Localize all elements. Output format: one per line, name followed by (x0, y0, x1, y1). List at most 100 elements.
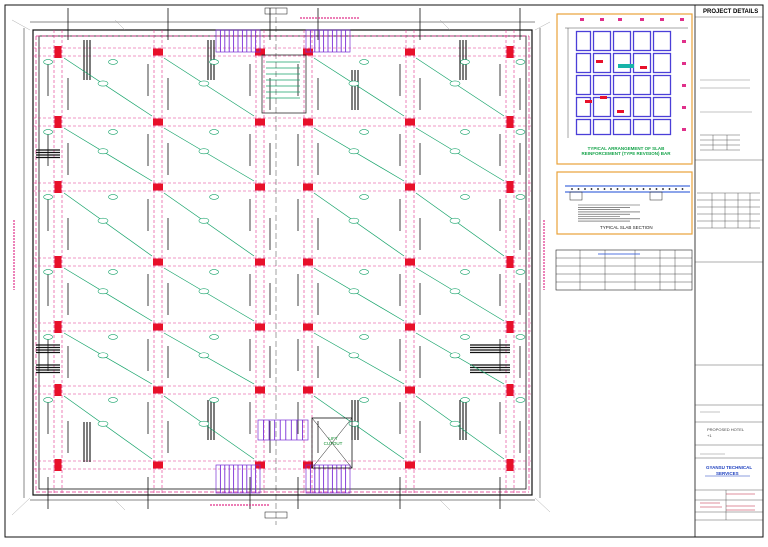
section-rebar-dot (623, 188, 625, 190)
bar-mark-tag (43, 334, 53, 340)
column (506, 181, 514, 193)
bar-mark-tag (515, 334, 526, 340)
column (506, 256, 514, 268)
column (153, 258, 163, 266)
key-plan-marker (640, 66, 647, 69)
key-plan-grid-tag (618, 18, 622, 21)
stair-well (261, 54, 307, 114)
column (405, 48, 415, 56)
bar-mark-tag (515, 397, 526, 403)
key-plan-grid-tag (600, 18, 604, 21)
company-name-line1: GYANSU TECHNICAL (706, 465, 753, 470)
section-rebar-dot (649, 188, 651, 190)
section-rebar-dot (616, 188, 619, 190)
bar-mark-tag (460, 269, 470, 275)
leader-line (534, 497, 551, 513)
section-rebar-dot (662, 188, 664, 190)
bar-mark-tag (209, 397, 219, 403)
column (54, 321, 62, 333)
key-plan-caption: TYPICAL ARRANGEMENT OF SLAB REINFORCEMEN… (566, 146, 686, 157)
distribution-bar-line (163, 395, 255, 460)
column (153, 323, 163, 331)
bar-mark-tag (108, 269, 118, 275)
section-rebar-dot (571, 188, 573, 190)
column (506, 384, 514, 396)
column (506, 116, 514, 128)
leader-line (11, 497, 31, 516)
bar-mark-tag (97, 80, 109, 87)
bar-mark-tag (43, 59, 53, 65)
column (255, 258, 265, 266)
drawing-sheet: PROJECT DETAILS PROPOSED HOTEL +1 GYANSU… (0, 0, 768, 542)
key-plan-marker (596, 60, 603, 63)
schedule-table (555, 249, 693, 291)
distribution-bar-line (63, 395, 153, 460)
bar-mark-tag (97, 148, 109, 155)
distribution-bar-line (63, 57, 153, 117)
distribution-bar-line (415, 267, 505, 322)
bar-mark-tag (449, 288, 461, 295)
column (405, 183, 415, 191)
column (506, 46, 514, 58)
floor-plan (11, 7, 551, 525)
bar-mark-tag (97, 420, 109, 427)
distribution-bar-line (163, 332, 255, 385)
distribution-bar-line (313, 57, 405, 117)
column (153, 183, 163, 191)
bar-mark-tag (460, 334, 470, 340)
bar-mark-tag (43, 129, 53, 135)
bar-mark-tag (209, 129, 219, 135)
bar-mark-tag (97, 217, 109, 224)
bar-mark-tag (449, 352, 461, 359)
bar-mark-tag (449, 148, 461, 155)
bar-mark-tag (359, 269, 369, 275)
column (303, 386, 313, 394)
bar-mark-tag (359, 397, 369, 403)
column (255, 386, 265, 394)
key-plan-grid-tag (682, 128, 686, 131)
key-plan-frame (556, 13, 693, 165)
column (153, 48, 163, 56)
section-rebar-dot (584, 188, 586, 190)
key-plan-marker (617, 110, 624, 113)
company-name-line2: SERVICES (716, 471, 739, 476)
bar-mark-tag (108, 194, 118, 200)
distribution-bar-line (63, 192, 153, 257)
bar-mark-tag (348, 148, 360, 155)
bar-mark-tag (348, 288, 360, 295)
column (405, 118, 415, 126)
bar-mark-tag (43, 397, 53, 403)
bar-mark-tag (108, 129, 118, 135)
bar-mark-tag (460, 129, 470, 135)
column (405, 258, 415, 266)
section-rebar-dot (642, 188, 645, 190)
project-details-label: PROJECT DETAILS (703, 9, 759, 15)
section-detail-caption: TYPICAL SLAB SECTION (600, 225, 653, 230)
leader-line (114, 499, 126, 511)
bar-mark-tag (209, 334, 219, 340)
column (54, 181, 62, 193)
distribution-bar-line (415, 192, 505, 257)
lift-cutout-label: LIFT CUTOUT (320, 436, 346, 447)
distribution-bar-line (163, 127, 255, 182)
section-rebar-dot (590, 188, 593, 190)
distribution-bar-line (163, 267, 255, 322)
bar-mark-tag (97, 352, 109, 359)
bar-mark-tag (515, 59, 526, 65)
column (54, 116, 62, 128)
drawing-title: PROPOSED HOTEL (707, 427, 745, 432)
lift-label-line2: CUTOUT (323, 441, 343, 447)
section-rebar-dot (603, 188, 606, 190)
column (153, 118, 163, 126)
section-rebar-dot (681, 188, 684, 190)
section-rebar-dot (610, 188, 612, 190)
slab-plan-drawing (4, 4, 764, 538)
bar-mark-tag (359, 334, 369, 340)
distribution-bar-line (313, 127, 405, 182)
column (54, 459, 62, 471)
bar-mark-tag (515, 129, 526, 135)
column (153, 386, 163, 394)
column (506, 321, 514, 333)
bar-mark-tag (209, 59, 219, 65)
bar-mark-tag (108, 59, 118, 65)
